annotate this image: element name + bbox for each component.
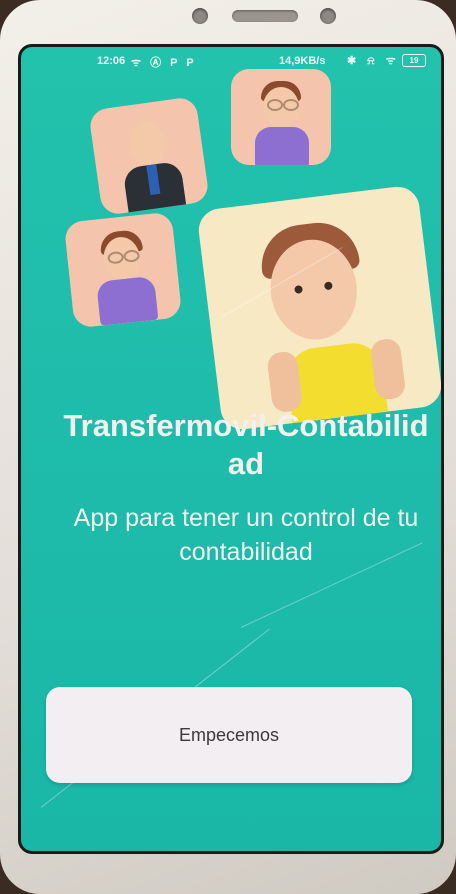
status-right-icons: ✱ ⍾ ᯤ: [347, 55, 400, 67]
phone-frame: 12:06 ᯤ Ⓐ P P 14,9KB/s ✱ ⍾ ᯤ 19 Transfer…: [0, 0, 456, 894]
status-left-icons: ᯤ Ⓐ P P: [131, 57, 197, 69]
avatar-man-suit: [88, 96, 210, 216]
app-title: Transfermovil-Contabilidad: [63, 408, 429, 481]
status-bar: 12:06 ᯤ Ⓐ P P 14,9KB/s ✱ ⍾ ᯤ 19: [21, 47, 441, 73]
earpiece: [232, 10, 298, 22]
battery-icon: 19: [402, 54, 426, 67]
app-subtitle: App para tener un control de tu contabil…: [73, 504, 419, 566]
avatar-woman-glasses-left: [63, 211, 183, 329]
avatar-man-yellow-shirt: [196, 184, 441, 432]
app-screen: 12:06 ᯤ Ⓐ P P 14,9KB/s ✱ ⍾ ᯤ 19 Transfer…: [18, 44, 444, 854]
start-button-label: Empecemos: [178, 724, 280, 745]
start-button[interactable]: Empecemos: [46, 687, 412, 783]
avatar-woman-glasses-top: [231, 69, 331, 165]
sensor-icon: [192, 8, 208, 24]
network-speed: 14,9KB/s: [279, 55, 326, 67]
front-camera-icon: [320, 8, 336, 24]
status-time: 12:06: [97, 55, 126, 67]
